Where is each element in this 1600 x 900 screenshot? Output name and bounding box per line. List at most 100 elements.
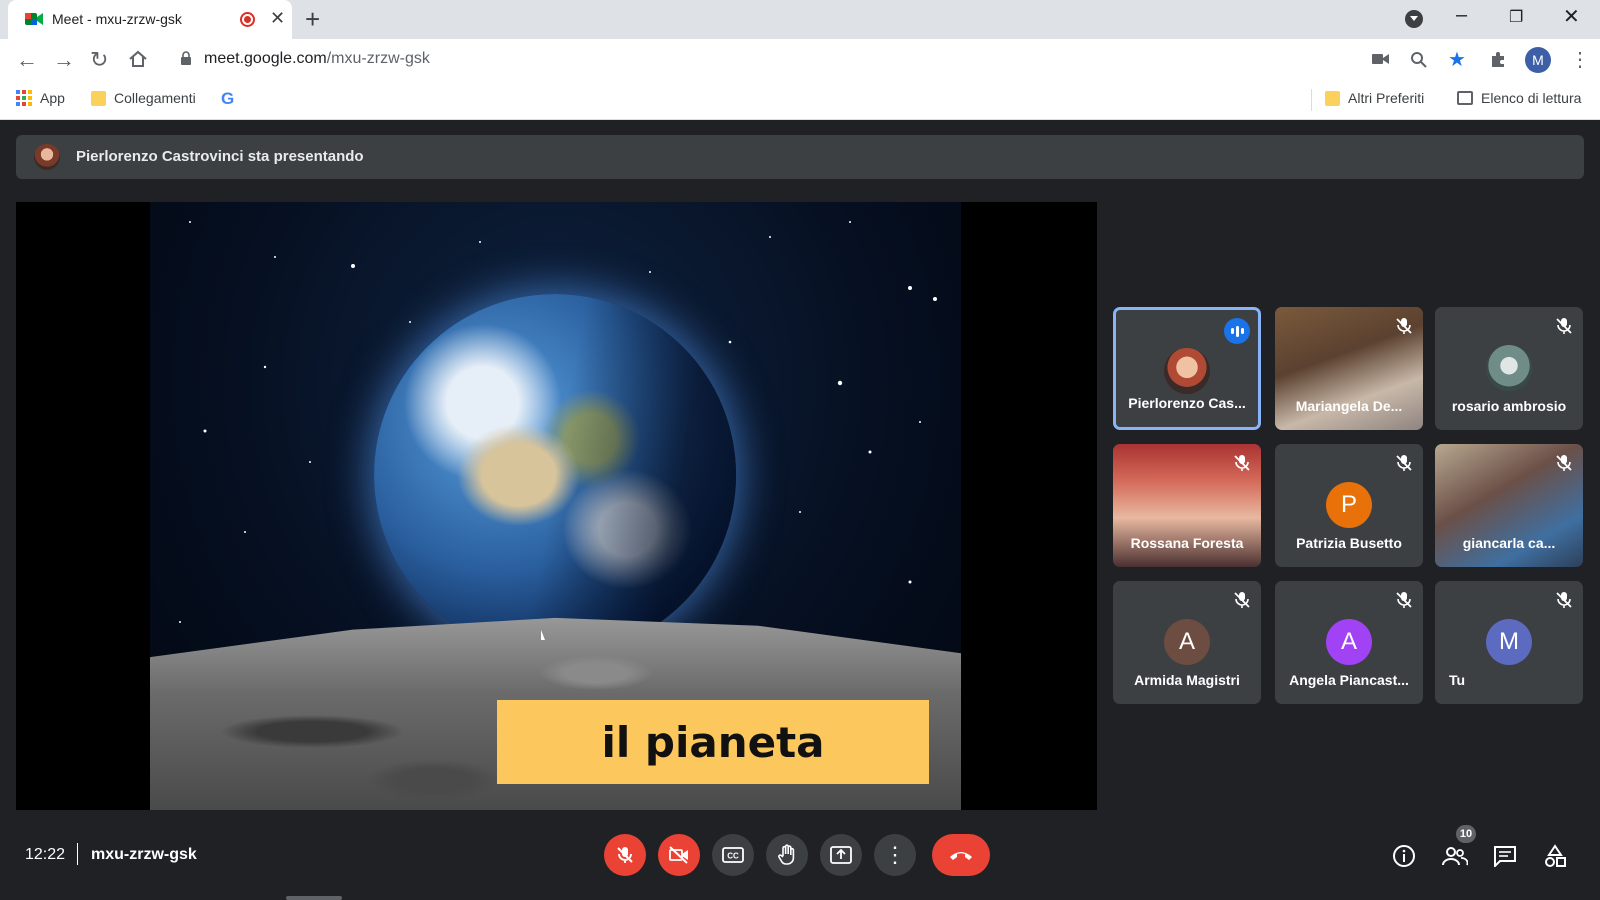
- recording-indicator-icon: [240, 12, 255, 27]
- clock-separator: [77, 843, 78, 865]
- earth-shadow: [374, 294, 736, 656]
- participant-initial-avatar: M: [1486, 619, 1532, 665]
- microphone-off-button[interactable]: [604, 834, 646, 876]
- people-icon: [1442, 847, 1468, 866]
- present-screen-icon: [830, 846, 852, 864]
- mouse-cursor-icon: [541, 630, 545, 640]
- bookmark-apps[interactable]: App: [16, 90, 65, 106]
- participant-tile[interactable]: Mariangela De...: [1275, 307, 1423, 430]
- profile-avatar[interactable]: M: [1525, 47, 1551, 73]
- zoom-icon[interactable]: [1410, 51, 1428, 69]
- scrollbar-thumb[interactable]: [286, 896, 342, 900]
- leave-call-button[interactable]: [932, 834, 990, 876]
- info-icon: [1393, 845, 1415, 867]
- camera-off-icon: [669, 846, 688, 864]
- folder-icon: [1325, 90, 1340, 106]
- microphone-muted-icon: [1555, 454, 1573, 472]
- participant-tile[interactable]: A Angela Piancast...: [1275, 581, 1423, 704]
- reload-icon[interactable]: ↻: [90, 47, 108, 73]
- forward-icon[interactable]: →: [53, 47, 75, 73]
- participant-name: Mariangela De...: [1295, 398, 1403, 414]
- present-screen-button[interactable]: [820, 834, 862, 876]
- restore-button[interactable]: ❐: [1509, 7, 1523, 27]
- close-window-button[interactable]: ✕: [1563, 4, 1580, 29]
- svg-text:CC: CC: [727, 852, 739, 861]
- apps-grid-icon: [16, 90, 32, 106]
- raise-hand-button[interactable]: [766, 834, 808, 876]
- address-bar[interactable]: meet.google.com/mxu-zrzw-gsk ★: [166, 42, 1504, 76]
- presenting-text: Pierlorenzo Castrovinci sta presentando: [76, 148, 364, 165]
- hang-up-icon: [950, 852, 972, 860]
- participant-avatar: [1486, 345, 1532, 391]
- presenting-banner: Pierlorenzo Castrovinci sta presentando: [16, 135, 1584, 179]
- participant-name: rosario ambrosio: [1451, 398, 1567, 414]
- presenter-avatar: [34, 144, 60, 170]
- microphone-muted-icon: [1555, 591, 1573, 609]
- browser-menu-icon[interactable]: ⋮: [1570, 47, 1590, 72]
- bookmark-separator: [1311, 89, 1312, 111]
- camera-off-button[interactable]: [658, 834, 700, 876]
- tab-title: Meet - mxu-zrzw-gsk: [52, 11, 182, 27]
- participant-tile[interactable]: rosario ambrosio: [1435, 307, 1583, 430]
- participant-name: Angela Piancast...: [1289, 672, 1409, 688]
- meeting-code[interactable]: mxu-zrzw-gsk: [91, 846, 197, 864]
- participant-tile[interactable]: P Patrizia Busetto: [1275, 444, 1423, 567]
- reading-list-icon: [1457, 91, 1473, 105]
- participant-name: giancarla ca...: [1462, 535, 1556, 551]
- participant-tile[interactable]: A Armida Magistri: [1113, 581, 1261, 704]
- participant-tile[interactable]: M Tu: [1435, 581, 1583, 704]
- reading-list-label: Elenco di lettura: [1481, 90, 1582, 106]
- bookmark-star-icon[interactable]: ★: [1448, 47, 1466, 72]
- participant-tile[interactable]: Rossana Foresta: [1113, 444, 1261, 567]
- minimize-button[interactable]: –: [1456, 4, 1467, 27]
- bookmark-other-label: Altri Preferiti: [1348, 90, 1425, 106]
- participant-initial-avatar: A: [1164, 619, 1210, 665]
- bookmark-other-favorites[interactable]: Altri Preferiti: [1325, 90, 1424, 106]
- more-options-icon: ⋮: [884, 842, 906, 867]
- folder-icon: [91, 90, 106, 106]
- chat-button[interactable]: [1491, 842, 1519, 870]
- participant-initial-avatar: P: [1326, 482, 1372, 528]
- google-logo-icon[interactable]: G: [221, 89, 234, 109]
- activities-shapes-icon: [1545, 844, 1566, 867]
- extensions-icon[interactable]: [1489, 51, 1507, 69]
- meet-favicon-icon: [25, 13, 43, 25]
- close-tab-icon[interactable]: ✕: [270, 8, 285, 29]
- tab-search-icon[interactable]: [1405, 10, 1423, 28]
- raise-hand-icon: [778, 844, 795, 865]
- bookmark-apps-label: App: [40, 90, 65, 106]
- participant-tile[interactable]: Pierlorenzo Cas...: [1113, 307, 1261, 430]
- slide-caption: il pianeta: [601, 717, 825, 767]
- presentation-stage[interactable]: il pianeta: [16, 202, 1097, 810]
- speaking-indicator-icon: [1224, 318, 1250, 344]
- participant-count-badge: 10: [1456, 825, 1476, 843]
- bookmark-folder-collegamenti[interactable]: Collegamenti: [91, 90, 196, 106]
- lock-icon: [181, 51, 191, 65]
- back-icon[interactable]: ←: [16, 47, 38, 73]
- participant-initial-avatar: A: [1326, 619, 1372, 665]
- activities-button[interactable]: [1541, 842, 1569, 870]
- slide-caption-box: il pianeta: [497, 700, 929, 784]
- captions-button[interactable]: CC: [712, 834, 754, 876]
- participants-button[interactable]: [1441, 842, 1469, 870]
- tab-strip: Meet - mxu-zrzw-gsk ✕ + – ❐ ✕: [0, 0, 1600, 39]
- participant-name: Tu: [1449, 672, 1466, 688]
- participant-name: Armida Magistri: [1134, 672, 1240, 688]
- bookmarks-bar: App Collegamenti G Altri Preferiti Elenc…: [0, 81, 1600, 120]
- microphone-muted-icon: [1395, 454, 1413, 472]
- browser-tab[interactable]: Meet - mxu-zrzw-gsk ✕: [8, 0, 292, 39]
- participant-avatar: [1164, 348, 1210, 394]
- participant-name: Pierlorenzo Cas...: [1128, 395, 1246, 411]
- bookmark-folder-label: Collegamenti: [114, 90, 196, 106]
- participant-tile[interactable]: giancarla ca...: [1435, 444, 1583, 567]
- home-icon[interactable]: [128, 50, 148, 68]
- captions-icon: CC: [722, 847, 744, 863]
- new-tab-button[interactable]: +: [305, 4, 320, 35]
- more-options-button[interactable]: ⋮: [874, 834, 916, 876]
- reading-list-button[interactable]: Elenco di lettura: [1457, 90, 1581, 106]
- camera-in-use-icon[interactable]: [1372, 52, 1390, 66]
- chat-icon: [1494, 846, 1516, 867]
- meeting-details-button[interactable]: [1390, 842, 1418, 870]
- microphone-muted-icon: [1233, 454, 1251, 472]
- browser-toolbar: ← → ↻ meet.google.com/mxu-zrzw-gsk ★ M ⋮: [0, 39, 1600, 81]
